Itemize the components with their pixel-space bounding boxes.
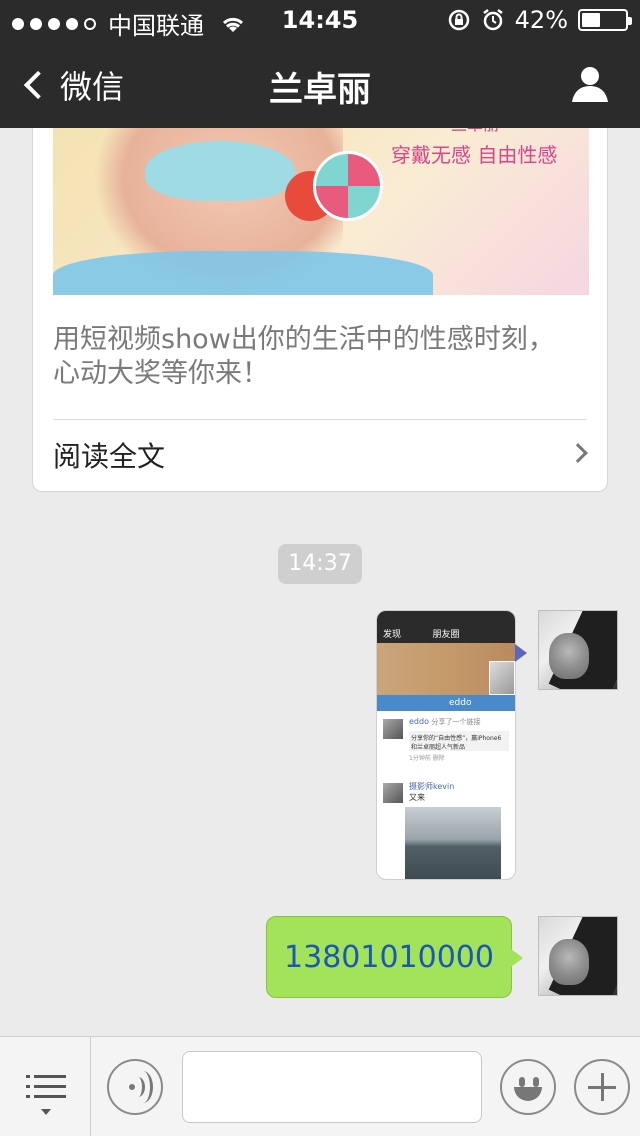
alarm-icon — [482, 9, 503, 31]
status-right: 42% — [447, 6, 632, 34]
mini-post-avatar — [383, 719, 403, 739]
input-toolbar — [0, 1036, 640, 1136]
mini-shared-link: 分享你的“自由性感”，赢iPhone6和兰卓丽超人气新品 — [409, 731, 509, 751]
chevron-right-icon — [568, 443, 588, 463]
status-bar: 中国联通 14:45 42% — [0, 0, 640, 40]
my-avatar[interactable] — [538, 916, 618, 996]
mini-status-bar — [377, 611, 515, 623]
mini-nav-bar: 发现 朋友圈 — [377, 623, 515, 643]
top-bar: 中国联通 14:45 42% 微信 兰卓丽 — [0, 0, 640, 128]
menu-toggle-icon[interactable] — [26, 1073, 66, 1117]
toolbar-divider — [90, 1037, 91, 1136]
cover-slogan: 穿戴无感 自由性感 — [391, 143, 558, 167]
text-message-bubble[interactable]: 13801010000 — [266, 916, 512, 998]
mini-post-time: 1分钟前 删除 — [409, 755, 445, 762]
page-title: 兰卓丽 — [269, 70, 371, 110]
mini-post-name: eddo — [409, 717, 429, 726]
mini-strip: eddo — [377, 695, 515, 711]
article-card[interactable]: 兰卓丽 穿戴无感 自由性感 用短视频show出你的生活中的性感时刻，心动大奖等你… — [32, 100, 608, 492]
image-message[interactable]: 发现 朋友圈 eddo eddo 分享了一个链接 分享你的“自由性感”，赢iPh… — [376, 610, 516, 880]
image-bubble-tail — [515, 644, 527, 662]
article-cover-image[interactable]: 兰卓丽 穿戴无感 自由性感 — [53, 101, 589, 295]
nav-bar: 微信 兰卓丽 — [0, 40, 640, 128]
read-more-link[interactable]: 阅读全文 — [53, 435, 165, 475]
cover-tutu — [53, 251, 433, 295]
text-bubble-tail — [511, 949, 523, 967]
mini-post-photo — [405, 807, 501, 879]
emoji-button[interactable] — [500, 1059, 556, 1115]
cover-candy-swirl — [313, 151, 383, 221]
mini-title: 朋友圈 — [432, 630, 460, 640]
message-timestamp: 14:37 — [278, 544, 362, 584]
mini-post-action: 分享了一个链接 — [431, 718, 481, 726]
voice-button[interactable] — [107, 1059, 163, 1115]
battery-fill — [582, 13, 600, 27]
mini-post: eddo 分享了一个链接 分享你的“自由性感”，赢iPhone6和兰卓丽超人气新… — [377, 711, 515, 775]
mini-post-text: 又来 — [409, 793, 425, 802]
mini-post: 摄影师kevin 又来 — [377, 775, 515, 803]
battery-percent: 42% — [514, 6, 568, 34]
mini-post-avatar — [383, 783, 403, 803]
my-avatar[interactable] — [538, 610, 618, 690]
rotation-lock-icon — [448, 9, 469, 31]
more-button[interactable] — [574, 1059, 630, 1115]
article-summary: 用短视频show出你的生活中的性感时刻，心动大奖等你来！ — [53, 324, 555, 389]
cover-bra — [145, 141, 295, 201]
mini-post-name: 摄影师kevin — [409, 782, 455, 791]
mini-avatar — [489, 661, 515, 695]
message-input[interactable] — [182, 1051, 482, 1123]
profile-icon[interactable] — [570, 64, 610, 104]
card-divider — [53, 419, 587, 420]
battery-icon — [578, 9, 632, 31]
